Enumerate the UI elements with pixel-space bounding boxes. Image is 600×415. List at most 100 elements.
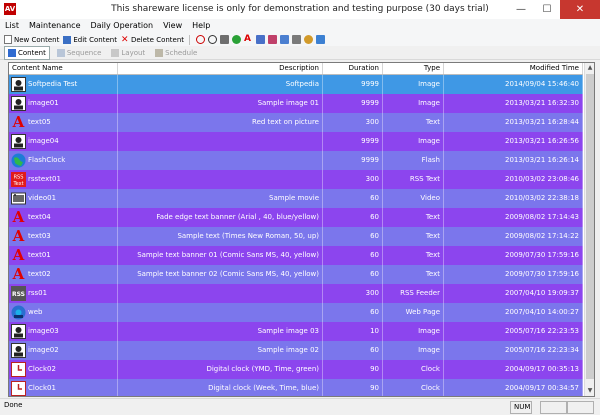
tab-sequence[interactable]: Sequence xyxy=(54,47,105,59)
table-row[interactable]: image03 Sample image 03 10 Image 2005/07/16 … xyxy=(9,322,583,341)
menu-maintenance[interactable]: Maintenance xyxy=(24,19,86,33)
table-row[interactable]: text01 Sample text banner 01 (Comic Sans … xyxy=(9,246,583,265)
table-row[interactable]: text04 Fade edge text banner (Arial , 40,… xyxy=(9,208,583,227)
cell-type: Flash xyxy=(383,151,444,170)
table-row[interactable]: text03 Sample text (Times New Roman, 50, … xyxy=(9,227,583,246)
scroll-down-arrow-icon[interactable]: ▼ xyxy=(585,386,594,396)
cell-type: Image xyxy=(383,75,444,94)
cell-modified-time: 2007/04/10 14:00:27 xyxy=(444,303,583,322)
cell-type: Web Page xyxy=(383,303,444,322)
cell-duration: 60 xyxy=(323,265,383,284)
cell-duration: 60 xyxy=(323,246,383,265)
status-panel xyxy=(566,401,594,414)
cell-modified-time: 2004/09/17 00:34:57 xyxy=(444,379,583,396)
text-icon[interactable]: A xyxy=(244,35,253,44)
cell-description: Sample text (Times New Roman, 50, up) xyxy=(118,227,323,246)
scrollbar-thumb[interactable] xyxy=(586,74,594,379)
text-icon: A xyxy=(12,208,25,226)
tools-icon[interactable] xyxy=(220,35,230,44)
column-header-modified-time[interactable]: Modified Time xyxy=(444,63,583,74)
tab-layout-label: Layout xyxy=(121,48,146,57)
table-row[interactable]: image02 Sample image 02 60 Image 2005/07/16 … xyxy=(9,341,583,360)
cell-description: Sample image 01 xyxy=(118,94,323,113)
tab-schedule[interactable]: Schedule xyxy=(152,47,200,59)
tab-bar: Content Sequence Layout Schedule xyxy=(0,45,600,60)
table-row[interactable]: web 60 Web Page 2007/04/10 14:00:27 xyxy=(9,303,583,322)
cell-description xyxy=(118,151,323,170)
cell-duration: 9999 xyxy=(323,94,383,113)
cell-modified-time: 2010/03/02 22:38:18 xyxy=(444,189,583,208)
toolbar-separator xyxy=(189,34,191,45)
cell-type: Clock xyxy=(383,379,444,396)
cell-duration: 60 xyxy=(323,303,383,322)
table-row[interactable]: Clock01 Digital clock (Week, Time, blue) 9… xyxy=(9,379,583,396)
cell-duration: 9999 xyxy=(323,75,383,94)
tab-layout[interactable]: Layout xyxy=(108,47,148,59)
cell-description: Digital clock (YMD, Time, green) xyxy=(118,360,323,379)
vertical-scrollbar[interactable]: ▲ ▼ xyxy=(584,63,594,396)
menu-daily-operation[interactable]: Daily Operation xyxy=(86,19,159,33)
edit-icon xyxy=(63,35,72,44)
svg-text:RSS: RSS xyxy=(14,175,24,181)
globe-icon[interactable] xyxy=(232,35,242,44)
layout-icon xyxy=(111,48,120,57)
column-header-description[interactable]: Description xyxy=(118,63,323,74)
delete-content-button[interactable]: ✕ Delete Content xyxy=(121,35,184,44)
users-icon[interactable] xyxy=(292,35,302,44)
display-icon[interactable] xyxy=(280,35,290,44)
table-row[interactable]: text05 Red text on picture 300 Text 2013/03/… xyxy=(9,113,583,132)
stop-icon[interactable] xyxy=(196,35,206,44)
calendar-icon[interactable] xyxy=(256,35,266,44)
new-document-icon xyxy=(4,35,12,44)
cell-modified-time: 2009/08/02 17:14:43 xyxy=(444,208,583,227)
cell-duration: 300 xyxy=(323,170,383,189)
menu-help[interactable]: Help xyxy=(187,19,215,33)
video-icon xyxy=(11,191,26,206)
close-button[interactable]: ✕ xyxy=(560,0,600,19)
maximize-button[interactable]: ☐ xyxy=(534,0,560,19)
table-row[interactable]: Softpedia Test Softpedia 9999 Image 2014/09/… xyxy=(9,75,583,94)
table-row[interactable]: rss01 300 RSS Feeder 2007/04/10 19:09:37 RSS xyxy=(9,284,583,303)
status-bar: Done NUM xyxy=(0,398,600,415)
table-row[interactable]: image04 9999 Image 2013/03/21 16:26:56 xyxy=(9,132,583,151)
new-content-button[interactable]: New Content xyxy=(4,35,59,44)
table-row[interactable]: rsstext01 300 RSS Text 2010/03/02 23:08:46 R… xyxy=(9,170,583,189)
cell-description: Fade edge text banner (Arial , 40, blue/… xyxy=(118,208,323,227)
menu-bar: List Maintenance Daily Operation View He… xyxy=(0,19,600,33)
column-header-content-name[interactable]: Content Name xyxy=(9,63,118,74)
cell-duration: 9999 xyxy=(323,132,383,151)
svg-text:Text: Text xyxy=(12,181,23,187)
table-row[interactable]: image01 Sample image 01 9999 Image 2013/03/2… xyxy=(9,94,583,113)
menu-view[interactable]: View xyxy=(158,19,187,33)
column-header-type[interactable]: Type xyxy=(383,63,444,74)
tab-content[interactable]: Content xyxy=(4,45,50,60)
cell-description: Sample image 03 xyxy=(118,322,323,341)
status-panel xyxy=(540,401,568,414)
cell-description: Sample text banner 01 (Comic Sans MS, 40… xyxy=(118,246,323,265)
column-header-duration[interactable]: Duration xyxy=(323,63,383,74)
network-icon[interactable] xyxy=(316,35,326,44)
cell-type: Image xyxy=(383,322,444,341)
rss-icon: RSS xyxy=(11,286,26,301)
cell-description: Digital clock (Week, Time, blue) xyxy=(118,379,323,396)
table-row[interactable]: video01 Sample movie 60 Video 2010/03/02 22:… xyxy=(9,189,583,208)
cell-description xyxy=(118,132,323,151)
cell-description: Softpedia xyxy=(118,75,323,94)
table-row[interactable]: FlashClock 9999 Flash 2013/03/21 16:26:14 xyxy=(9,151,583,170)
scroll-up-arrow-icon[interactable]: ▲ xyxy=(585,63,594,73)
cell-modified-time: 2013/03/21 16:28:44 xyxy=(444,113,583,132)
text-icon: A xyxy=(12,227,25,245)
table-row[interactable]: text02 Sample text banner 02 (Comic Sans … xyxy=(9,265,583,284)
grid-icon[interactable] xyxy=(268,35,278,44)
clock-icon[interactable] xyxy=(208,35,218,44)
globe-icon xyxy=(11,153,26,168)
edit-content-button[interactable]: Edit Content xyxy=(63,35,117,44)
menu-list[interactable]: List xyxy=(0,19,24,33)
cell-modified-time: 2014/09/04 15:46:40 xyxy=(444,75,583,94)
cell-description: Sample image 02 xyxy=(118,341,323,360)
content-table[interactable]: Content Name Description Duration Type M… xyxy=(8,62,595,397)
cell-type: RSS Text xyxy=(383,170,444,189)
palette-icon[interactable] xyxy=(304,35,314,44)
minimize-button[interactable]: — xyxy=(508,0,534,19)
table-row[interactable]: Clock02 Digital clock (YMD, Time, green) 9… xyxy=(9,360,583,379)
